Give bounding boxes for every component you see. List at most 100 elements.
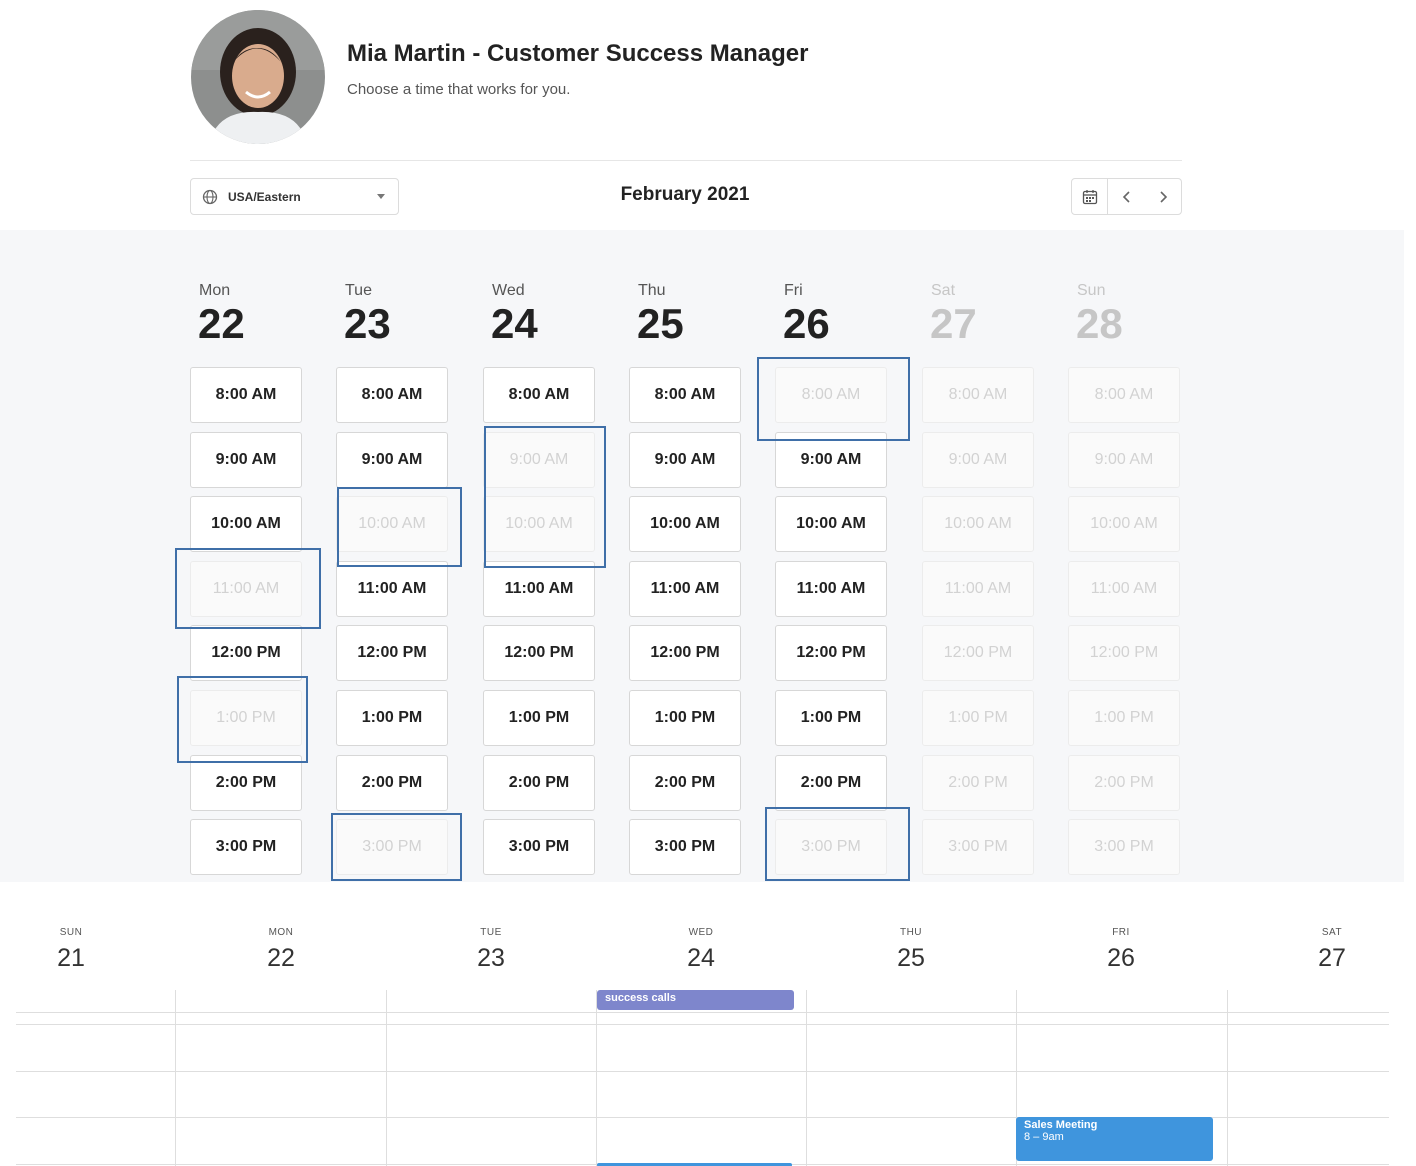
day-number: 28 [1076, 300, 1123, 347]
day-of-week-label: Tue [345, 282, 372, 299]
day-divider [386, 990, 387, 1166]
time-slot-button[interactable]: 3:00 PM [190, 819, 302, 876]
calendar-event[interactable]: success calls [597, 990, 794, 1010]
tagline: Choose a time that works for you. [347, 81, 571, 98]
time-slot-button[interactable]: 10:00 AM [775, 496, 887, 553]
host-name: Mia Martin - Customer Success Manager [347, 40, 809, 67]
calendar-day-number[interactable]: 25 [871, 944, 951, 973]
day-column-fri: Fri 26 8:00 AM 9:00 AM 10:00 AM 11:00 AM 12:00… [775, 230, 887, 882]
time-slot-button[interactable]: 1:00 PM [336, 690, 448, 746]
previous-week-button[interactable] [1108, 179, 1144, 214]
day-divider [1227, 990, 1228, 1166]
time-slot-unavailable: 8:00 AM [775, 367, 887, 423]
time-slot-button[interactable]: 12:00 PM [483, 625, 595, 682]
time-slot-button[interactable]: 1:00 PM [775, 690, 887, 746]
time-slot-unavailable: 12:00 PM [922, 625, 1034, 682]
day-column-mon: Mon 22 8:00 AM 9:00 AM 10:00 AM 11:00 AM 12:00… [190, 230, 302, 882]
time-slot-unavailable: 8:00 AM [1068, 367, 1180, 423]
timezone-select[interactable]: USA/Eastern [190, 178, 399, 215]
calendar-icon [1082, 189, 1097, 204]
time-slot-button[interactable]: 12:00 PM [190, 625, 302, 682]
day-of-week-label: Sat [931, 282, 956, 299]
calendar-day-number[interactable]: 24 [661, 944, 741, 973]
time-slot-button[interactable]: 2:00 PM [336, 754, 448, 811]
calendar-day-number[interactable]: 23 [451, 944, 531, 973]
event-title: Sales Meeting [1024, 1119, 1098, 1131]
day-number: 24 [491, 300, 538, 347]
time-slot-button[interactable]: 10:00 AM [190, 496, 302, 553]
day-divider [806, 990, 807, 1166]
event-title: success calls [605, 992, 676, 1004]
day-divider [175, 990, 176, 1166]
calendar-day-of-week: SUN [59, 927, 83, 938]
header-divider [190, 160, 1182, 161]
calendar-day-of-week: THU [899, 927, 923, 938]
time-slot-unavailable: 2:00 PM [1068, 754, 1180, 811]
time-slot-button[interactable]: 11:00 AM [629, 560, 741, 617]
time-slot-button[interactable]: 11:00 AM [483, 560, 595, 617]
timezone-value: USA/Eastern [228, 189, 301, 204]
calendar-day-of-week: FRI [1112, 927, 1130, 938]
time-slot-button[interactable]: 9:00 AM [629, 431, 741, 488]
time-slot-unavailable: 3:00 PM [775, 819, 887, 876]
time-slot-button[interactable]: 8:00 AM [336, 367, 448, 423]
time-slot-button[interactable]: 1:00 PM [629, 690, 741, 746]
time-slot-button[interactable]: 2:00 PM [629, 754, 741, 811]
time-slot-panel: Mon 22 8:00 AM 9:00 AM 10:00 AM 11:00 AM 12:00… [0, 230, 1404, 882]
time-slot-button[interactable]: 1:00 PM [483, 690, 595, 746]
time-slot-unavailable: 12:00 PM [1068, 625, 1180, 682]
day-column-thu: Thu 25 8:00 AM 9:00 AM 10:00 AM 11:00 AM 12:00… [629, 230, 741, 882]
time-slot-button[interactable]: 2:00 PM [190, 754, 302, 811]
calendar-day-number[interactable]: 26 [1081, 944, 1161, 973]
date-navigation [1071, 178, 1182, 215]
time-slot-unavailable: 1:00 PM [1068, 690, 1180, 746]
time-slot-unavailable: 1:00 PM [922, 690, 1034, 746]
time-slot-button[interactable]: 11:00 AM [775, 560, 887, 617]
time-slot-button[interactable]: 8:00 AM [629, 367, 741, 423]
time-slot-unavailable: 10:00 AM [336, 496, 448, 553]
time-slot-button[interactable]: 8:00 AM [190, 367, 302, 423]
globe-icon [202, 189, 218, 204]
time-slot-unavailable: 3:00 PM [1068, 819, 1180, 876]
calendar-event[interactable]: Sales Meeting 8 – 9am [1016, 1117, 1213, 1161]
day-of-week-label: Fri [784, 282, 803, 299]
time-slot-unavailable: 10:00 AM [1068, 496, 1180, 553]
time-slot-unavailable: 11:00 AM [922, 560, 1034, 617]
day-number: 27 [930, 300, 977, 347]
time-slot-button[interactable]: 12:00 PM [775, 625, 887, 682]
time-slot-button[interactable]: 12:00 PM [629, 625, 741, 682]
time-slot-unavailable: 9:00 AM [483, 431, 595, 488]
day-number: 22 [198, 300, 245, 347]
time-slot-button[interactable]: 11:00 AM [336, 560, 448, 617]
time-slot-unavailable: 3:00 PM [336, 819, 448, 876]
day-of-week-label: Sun [1077, 282, 1106, 299]
time-slot-button[interactable]: 9:00 AM [775, 431, 887, 488]
calendar-day-of-week: WED [688, 927, 714, 938]
time-slot-unavailable: 10:00 AM [922, 496, 1034, 553]
week-calendar: SUN 21 MON 22 TUE 23 WED 24 THU 25 FRI 26 SAT 27 succe… [0, 882, 1416, 1166]
calendar-day-number[interactable]: 21 [31, 944, 111, 973]
next-week-button[interactable] [1145, 179, 1181, 214]
time-slot-button[interactable]: 10:00 AM [629, 496, 741, 553]
time-slot-button[interactable]: 12:00 PM [336, 625, 448, 682]
day-column-wed: Wed 24 8:00 AM 9:00 AM 10:00 AM 11:00 AM 12:00… [483, 230, 595, 882]
hour-gridline [16, 1071, 1389, 1072]
time-slot-button[interactable]: 8:00 AM [483, 367, 595, 423]
calendar-day-number[interactable]: 22 [241, 944, 321, 973]
time-slot-button[interactable]: 2:00 PM [483, 754, 595, 811]
time-slot-button[interactable]: 3:00 PM [629, 819, 741, 876]
chevron-right-icon [1160, 190, 1167, 203]
time-slot-button[interactable]: 9:00 AM [336, 431, 448, 488]
calendar-day-of-week: SAT [1321, 927, 1343, 938]
time-slot-button[interactable]: 9:00 AM [190, 431, 302, 488]
day-column-tue: Tue 23 8:00 AM 9:00 AM 10:00 AM 11:00 AM 12:00… [336, 230, 448, 882]
time-slot-unavailable: 9:00 AM [1068, 431, 1180, 488]
time-slot-unavailable: 11:00 AM [1068, 560, 1180, 617]
calendar-picker-button[interactable] [1072, 179, 1109, 214]
calendar-day-number[interactable]: 27 [1292, 944, 1372, 973]
time-slot-unavailable: 9:00 AM [922, 431, 1034, 488]
host-photo [191, 10, 325, 144]
time-slot-button[interactable]: 3:00 PM [483, 819, 595, 876]
time-slot-button[interactable]: 2:00 PM [775, 754, 887, 811]
time-slot-unavailable: 10:00 AM [483, 496, 595, 553]
